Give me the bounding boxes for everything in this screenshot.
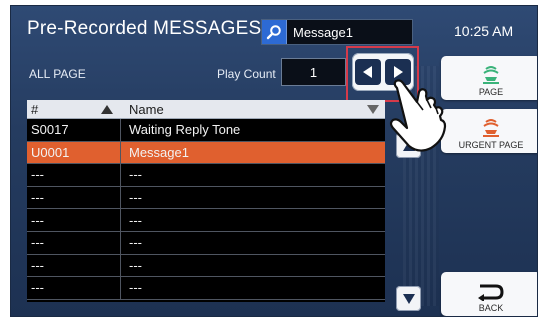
urgent-page-button[interactable]: URGENT PAGE — [441, 109, 537, 153]
row-number: --- — [27, 209, 121, 231]
urgent-broadcast-icon — [483, 119, 499, 137]
sort-ascending-icon — [101, 104, 113, 114]
page-title: Pre-Recorded MESSAGES — [27, 18, 262, 39]
triangle-left-icon — [363, 66, 372, 78]
triangle-right-icon — [394, 66, 403, 78]
table-row[interactable]: --- --- — [27, 186, 385, 210]
table-header: # Name — [27, 100, 385, 119]
messages-table: # Name S0017 Waiting Reply Tone U0001 Me… — [27, 100, 385, 302]
scroll-down-button[interactable] — [396, 286, 421, 311]
row-number: --- — [27, 277, 121, 299]
row-number: --- — [27, 186, 121, 209]
table-row[interactable]: --- --- — [27, 277, 385, 300]
all-page-label: ALL PAGE — [29, 67, 86, 81]
row-name: Message1 — [129, 144, 189, 160]
table-row[interactable]: --- --- — [27, 231, 385, 255]
page-broadcast-icon — [483, 66, 499, 84]
row-number: --- — [27, 254, 121, 277]
row-name: --- — [129, 167, 142, 183]
column-header-name[interactable]: Name — [121, 100, 385, 119]
table-row-selected[interactable]: U0001 Message1 — [27, 141, 385, 165]
play-count-label: Play Count — [217, 67, 276, 81]
row-name: --- — [129, 235, 142, 251]
search-icon — [266, 25, 281, 40]
back-button[interactable]: BACK — [441, 272, 537, 316]
row-name: Waiting Reply Tone — [129, 122, 241, 138]
table-row[interactable]: S0017 Waiting Reply Tone — [27, 119, 385, 142]
row-name: --- — [129, 257, 142, 273]
play-count-field[interactable]: 1 — [281, 58, 346, 86]
back-arrow-icon — [478, 284, 504, 301]
row-name: --- — [129, 190, 142, 206]
triangle-down-icon — [402, 293, 415, 304]
hand-pointer-icon — [389, 79, 447, 152]
search-field[interactable]: Message1 — [261, 19, 413, 45]
page-button[interactable]: PAGE — [441, 56, 537, 100]
row-number: --- — [27, 164, 121, 186]
urgent-page-button-label: URGENT PAGE — [458, 140, 524, 150]
table-row[interactable]: --- --- — [27, 164, 385, 187]
search-button[interactable] — [262, 20, 287, 44]
sort-descending-icon — [367, 104, 379, 114]
table-row[interactable]: --- --- — [27, 209, 385, 232]
page-button-label: PAGE — [478, 87, 504, 97]
row-name: --- — [129, 280, 142, 296]
column-header-number[interactable]: # — [27, 100, 121, 119]
row-number: --- — [27, 231, 121, 254]
back-button-label: BACK — [478, 303, 504, 313]
prev-button[interactable] — [355, 59, 381, 85]
search-value: Message1 — [293, 24, 353, 40]
row-number: S0017 — [27, 119, 121, 141]
device-screen: Pre-Recorded MESSAGES Message1 10:25 AM … — [10, 5, 538, 317]
table-row[interactable]: --- --- — [27, 254, 385, 278]
row-name: --- — [129, 212, 142, 228]
row-number: U0001 — [27, 141, 121, 164]
clock: 10:25 AM — [454, 23, 514, 39]
